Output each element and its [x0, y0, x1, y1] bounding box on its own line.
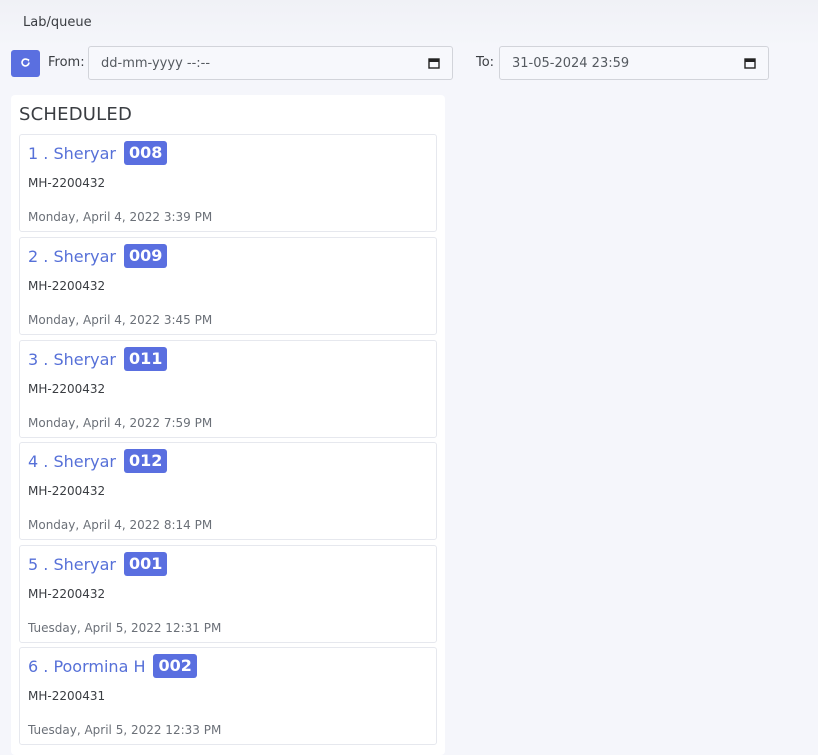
queue-card[interactable]: 6 . Poormina H 002 MH-2200431 Tuesday, A…: [19, 647, 437, 745]
scheduled-date: Monday, April 4, 2022 3:39 PM: [28, 210, 213, 224]
from-date-input[interactable]: dd-mm-yyyy --:--: [88, 46, 453, 80]
token-badge: 008: [124, 141, 168, 165]
token-badge: 009: [124, 244, 168, 268]
refresh-icon: [20, 57, 31, 71]
patient-name[interactable]: 4 . Sheryar: [28, 452, 116, 471]
to-label: To:: [476, 55, 495, 70]
from-label: From:: [48, 55, 85, 70]
date-filter-row: From: dd-mm-yyyy --:-- To: 31-05-2024 23…: [11, 46, 811, 82]
to-date-value: 31-05-2024 23:59: [512, 55, 630, 71]
patient-id: MH-2200432: [28, 587, 106, 601]
scheduled-date: Monday, April 4, 2022 3:45 PM: [28, 313, 213, 327]
top-bar: Lab/queue: [0, 0, 818, 46]
patient-name[interactable]: 6 . Poormina H: [28, 657, 145, 676]
patient-id: MH-2200432: [28, 176, 106, 190]
patient-id: MH-2200432: [28, 382, 106, 396]
refresh-button[interactable]: [11, 50, 40, 77]
from-date-value: dd-mm-yyyy --:--: [101, 55, 211, 71]
token-badge: 002: [153, 654, 197, 678]
calendar-icon[interactable]: [744, 57, 756, 69]
queue-card[interactable]: 4 . Sheryar 012 MH-2200432 Monday, April…: [19, 442, 437, 540]
scheduled-panel: SCHEDULED 1 . Sheryar 008 MH-2200432 Mon…: [11, 95, 445, 755]
scheduled-date: Tuesday, April 5, 2022 12:31 PM: [28, 621, 222, 635]
scheduled-date: Monday, April 4, 2022 8:14 PM: [28, 518, 213, 532]
patient-name[interactable]: 2 . Sheryar: [28, 247, 116, 266]
token-badge: 001: [124, 552, 168, 576]
patient-id: MH-2200432: [28, 279, 106, 293]
breadcrumb[interactable]: Lab/queue: [23, 15, 92, 30]
patient-id: MH-2200432: [28, 484, 106, 498]
queue-card[interactable]: 5 . Sheryar 001 MH-2200432 Tuesday, Apri…: [19, 545, 437, 643]
patient-name[interactable]: 3 . Sheryar: [28, 350, 116, 369]
patient-id: MH-2200431: [28, 689, 106, 703]
queue-card[interactable]: 3 . Sheryar 011 MH-2200432 Monday, April…: [19, 340, 437, 438]
token-badge: 011: [124, 347, 168, 371]
queue-card[interactable]: 1 . Sheryar 008 MH-2200432 Monday, April…: [19, 134, 437, 232]
patient-name[interactable]: 5 . Sheryar: [28, 555, 116, 574]
scheduled-date: Tuesday, April 5, 2022 12:33 PM: [28, 723, 222, 737]
patient-name[interactable]: 1 . Sheryar: [28, 144, 116, 163]
panel-title: SCHEDULED: [19, 104, 132, 125]
calendar-icon[interactable]: [428, 57, 440, 69]
to-date-input[interactable]: 31-05-2024 23:59: [499, 46, 769, 80]
scheduled-date: Monday, April 4, 2022 7:59 PM: [28, 416, 213, 430]
token-badge: 012: [124, 449, 168, 473]
queue-card[interactable]: 2 . Sheryar 009 MH-2200432 Monday, April…: [19, 237, 437, 335]
